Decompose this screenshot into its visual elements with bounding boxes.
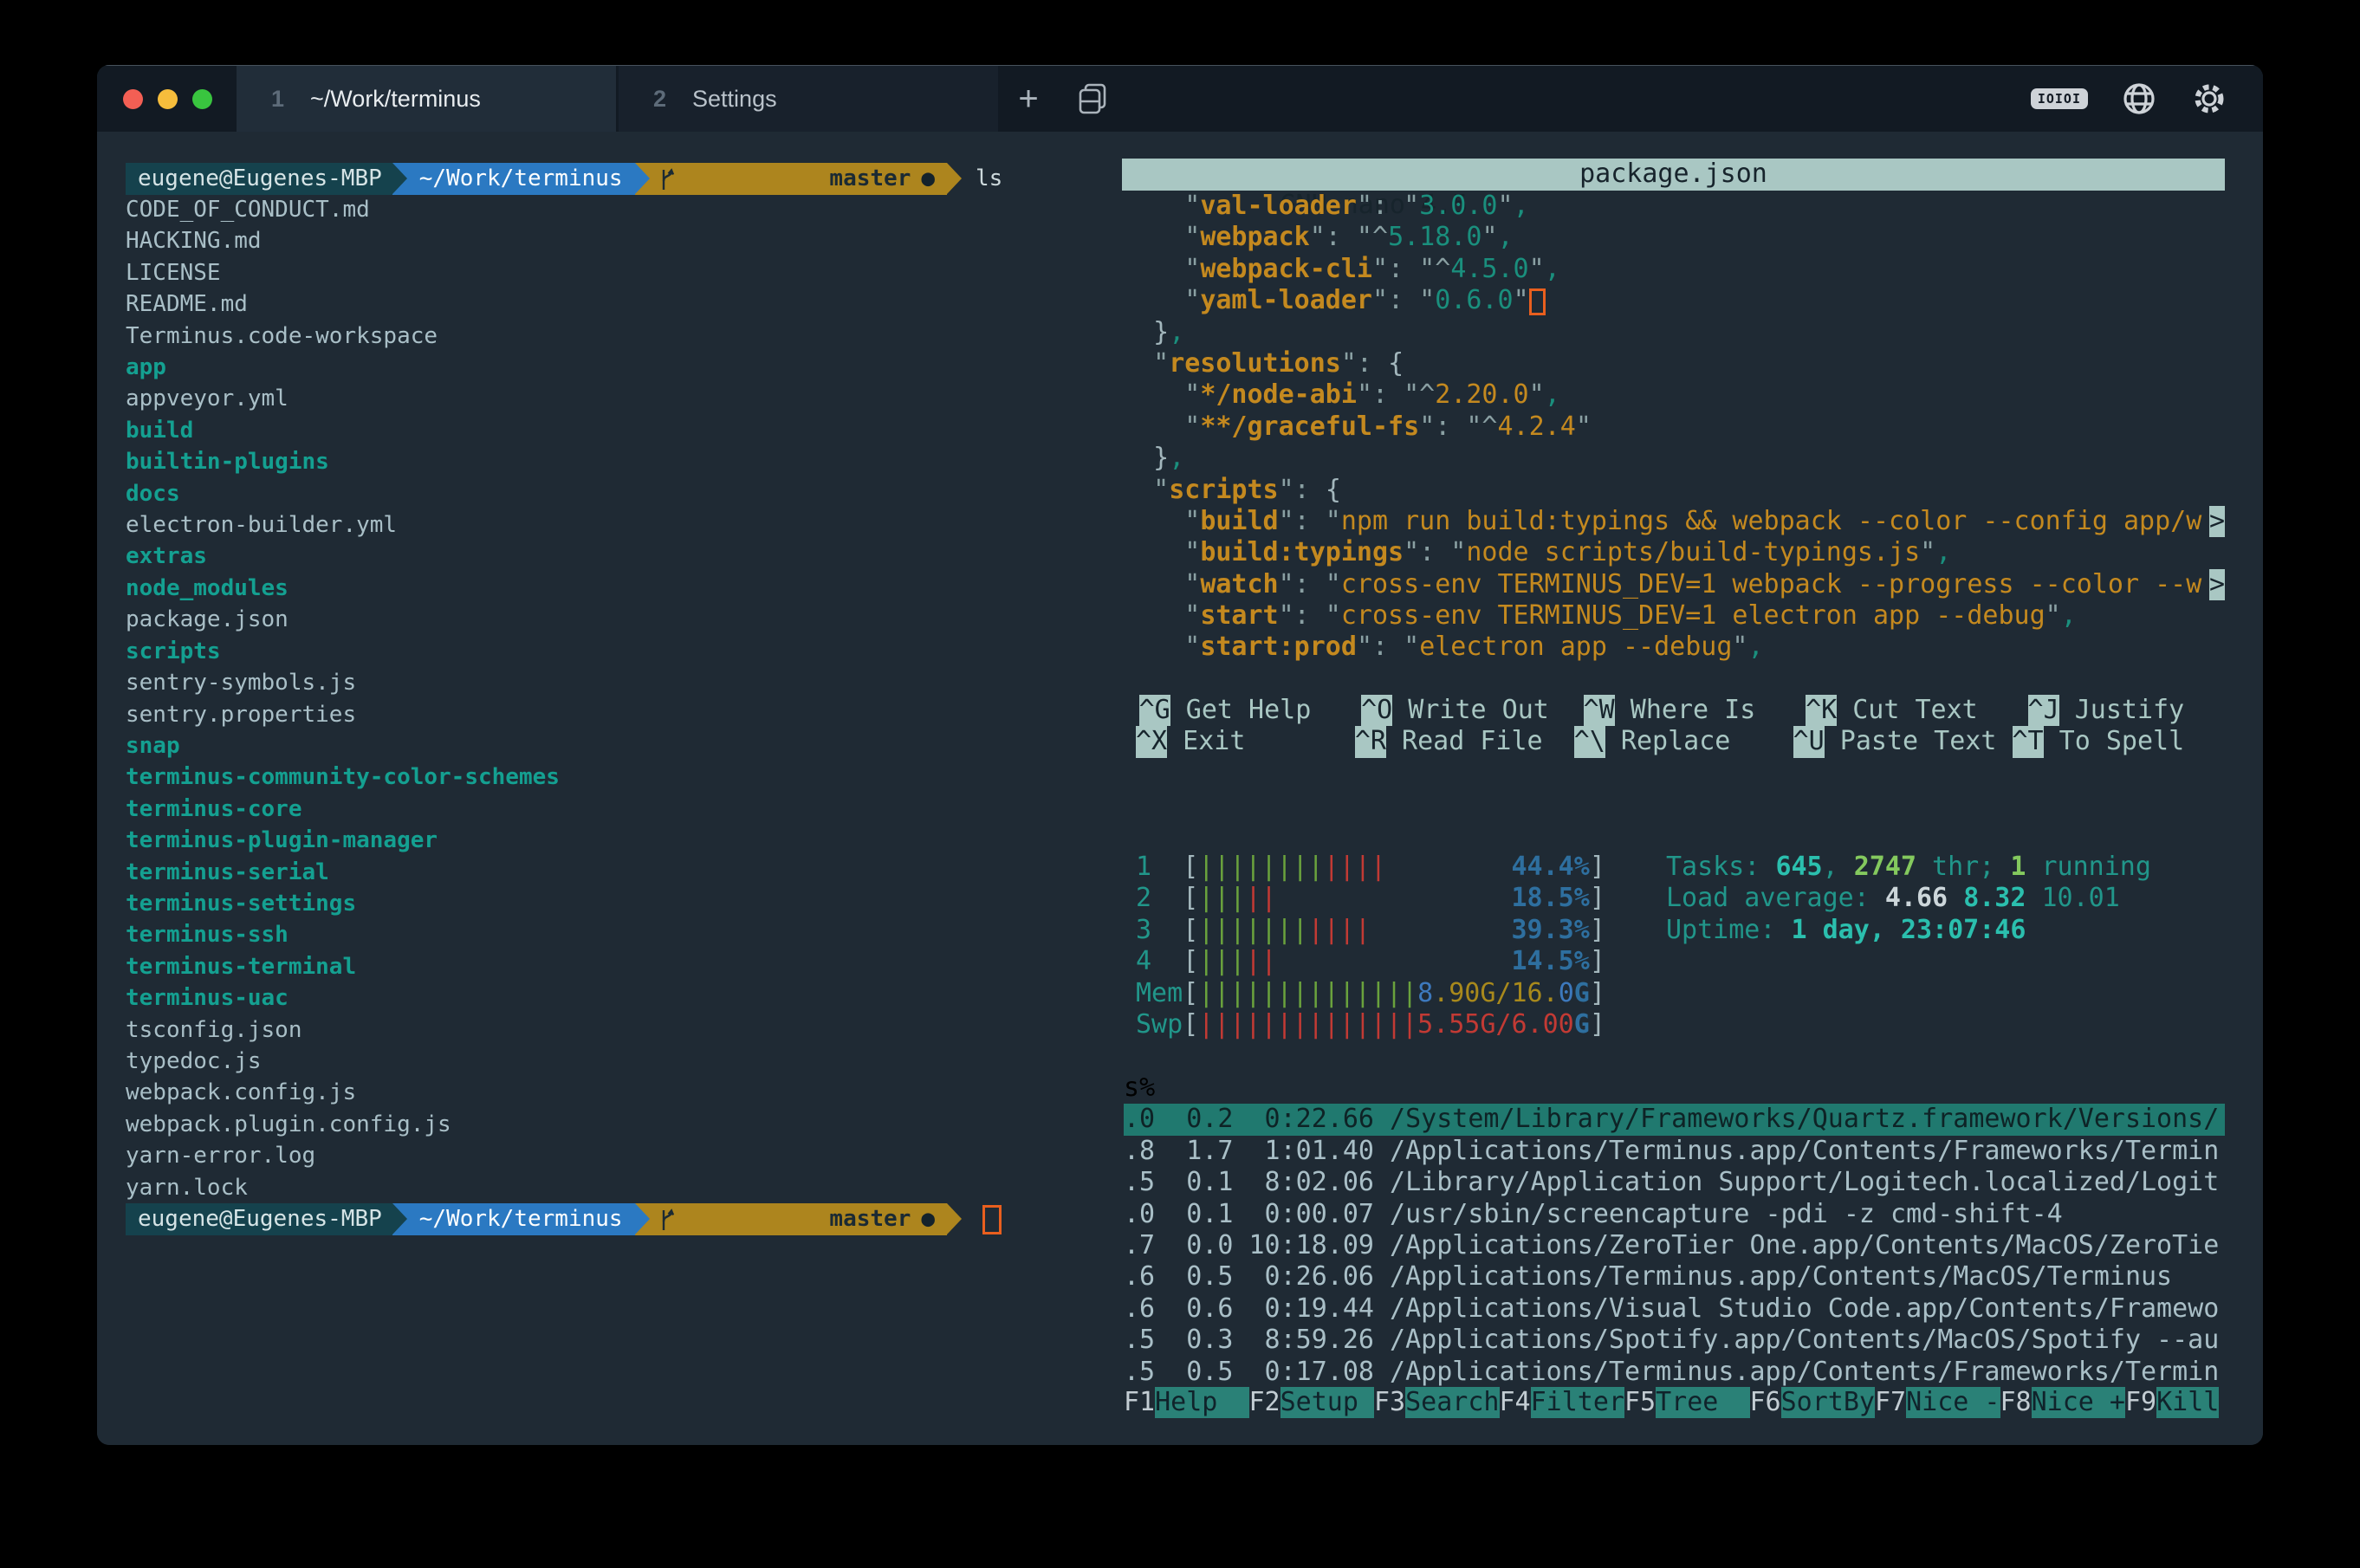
cpu-memory-meters: 1 [|||||||||||| 44.4%]2 [||||| 18.5%]3 [… bbox=[1136, 852, 1605, 1040]
powerline-arrow bbox=[392, 163, 407, 195]
minimize-button[interactable] bbox=[158, 89, 178, 109]
powerline-arrow bbox=[635, 1203, 650, 1235]
prompt-git-segment: master● bbox=[650, 1203, 947, 1235]
fkey-line: F1Help F2Setup F3SearchF4FilterF5Tree F6… bbox=[1124, 1387, 2219, 1418]
prompt-user-segment: eugene@Eugenes-MBP bbox=[126, 163, 392, 195]
split-pane-icon bbox=[1078, 82, 1109, 115]
nano-titlebar: GNU nano 4.5 package.json bbox=[1122, 159, 2225, 191]
powerline-arrow bbox=[635, 163, 650, 195]
git-branch-icon bbox=[658, 1144, 821, 1296]
tab-title: ~/Work/terminus bbox=[310, 86, 481, 113]
titlebar-actions: IOIOI bbox=[2031, 66, 2263, 132]
prompt-user-segment: eugene@Eugenes-MBP bbox=[126, 1203, 392, 1235]
prompt-path-segment: ~/Work/terminus bbox=[407, 1203, 635, 1235]
titlebar: 1 ~/Work/terminus 2 Settings + IOIOI bbox=[97, 65, 2263, 132]
serial-icon[interactable]: IOIOI bbox=[2031, 88, 2088, 109]
shell-prompt: eugene@Eugenes-MBP ~/Work/terminus maste… bbox=[126, 1203, 1002, 1235]
split-pane-button[interactable] bbox=[1059, 66, 1128, 132]
traffic-lights bbox=[97, 66, 237, 132]
prompt-path-segment: ~/Work/terminus bbox=[407, 163, 635, 195]
nano-filename: package.json bbox=[1579, 159, 1767, 190]
htop-fkey-bar: F1Help F2Setup F3SearchF4FilterF5Tree F6… bbox=[1124, 1387, 2219, 1418]
prompt-git-segment: master● bbox=[650, 163, 947, 195]
git-dirty-dot: ● bbox=[921, 1203, 935, 1235]
powerline-arrow bbox=[947, 163, 962, 195]
powerline-arrow bbox=[392, 1203, 407, 1235]
git-branch-icon bbox=[658, 103, 821, 256]
nano-shortcut-bar: ^G Get Help ^O Write Out ^W Where Is ^K … bbox=[1136, 695, 2184, 758]
close-button[interactable] bbox=[123, 89, 143, 109]
process-table: .0 0.2 0:22.66 /System/Library/Framework… bbox=[1124, 1104, 2225, 1388]
powerline-arrow bbox=[947, 1203, 962, 1235]
htop-summary: Tasks: 645, 2747 thr; 1 runningLoad aver… bbox=[1666, 852, 2151, 946]
right-terminal-pane[interactable]: GNU nano 4.5 package.json "val-loader": … bbox=[1122, 132, 2225, 1445]
typed-command: ls bbox=[976, 163, 1002, 195]
tab-work-terminus[interactable]: 1 ~/Work/terminus bbox=[237, 66, 616, 132]
terminal-cursor bbox=[982, 1205, 1002, 1234]
globe-icon[interactable] bbox=[2121, 81, 2157, 117]
gear-icon[interactable] bbox=[2190, 80, 2228, 118]
terminal-content: eugene@Eugenes-MBP ~/Work/terminus maste… bbox=[97, 132, 2263, 1445]
new-tab-button[interactable]: + bbox=[998, 66, 1059, 132]
left-terminal-pane[interactable]: eugene@Eugenes-MBP ~/Work/terminus maste… bbox=[126, 132, 1148, 1445]
nano-editor: "val-loader": "3.0.0", "webpack": "^5.18… bbox=[1122, 191, 2225, 664]
shell-prompt: eugene@Eugenes-MBP ~/Work/terminus maste… bbox=[126, 163, 1002, 195]
git-dirty-dot: ● bbox=[921, 163, 935, 195]
tab-number: 1 bbox=[271, 86, 284, 113]
zoom-button[interactable] bbox=[192, 89, 212, 109]
terminus-window: 1 ~/Work/terminus 2 Settings + IOIOI bbox=[97, 65, 2263, 1445]
file-listing: CODE_OF_CONDUCT.md HACKING.md LICENSE RE… bbox=[126, 194, 560, 1203]
